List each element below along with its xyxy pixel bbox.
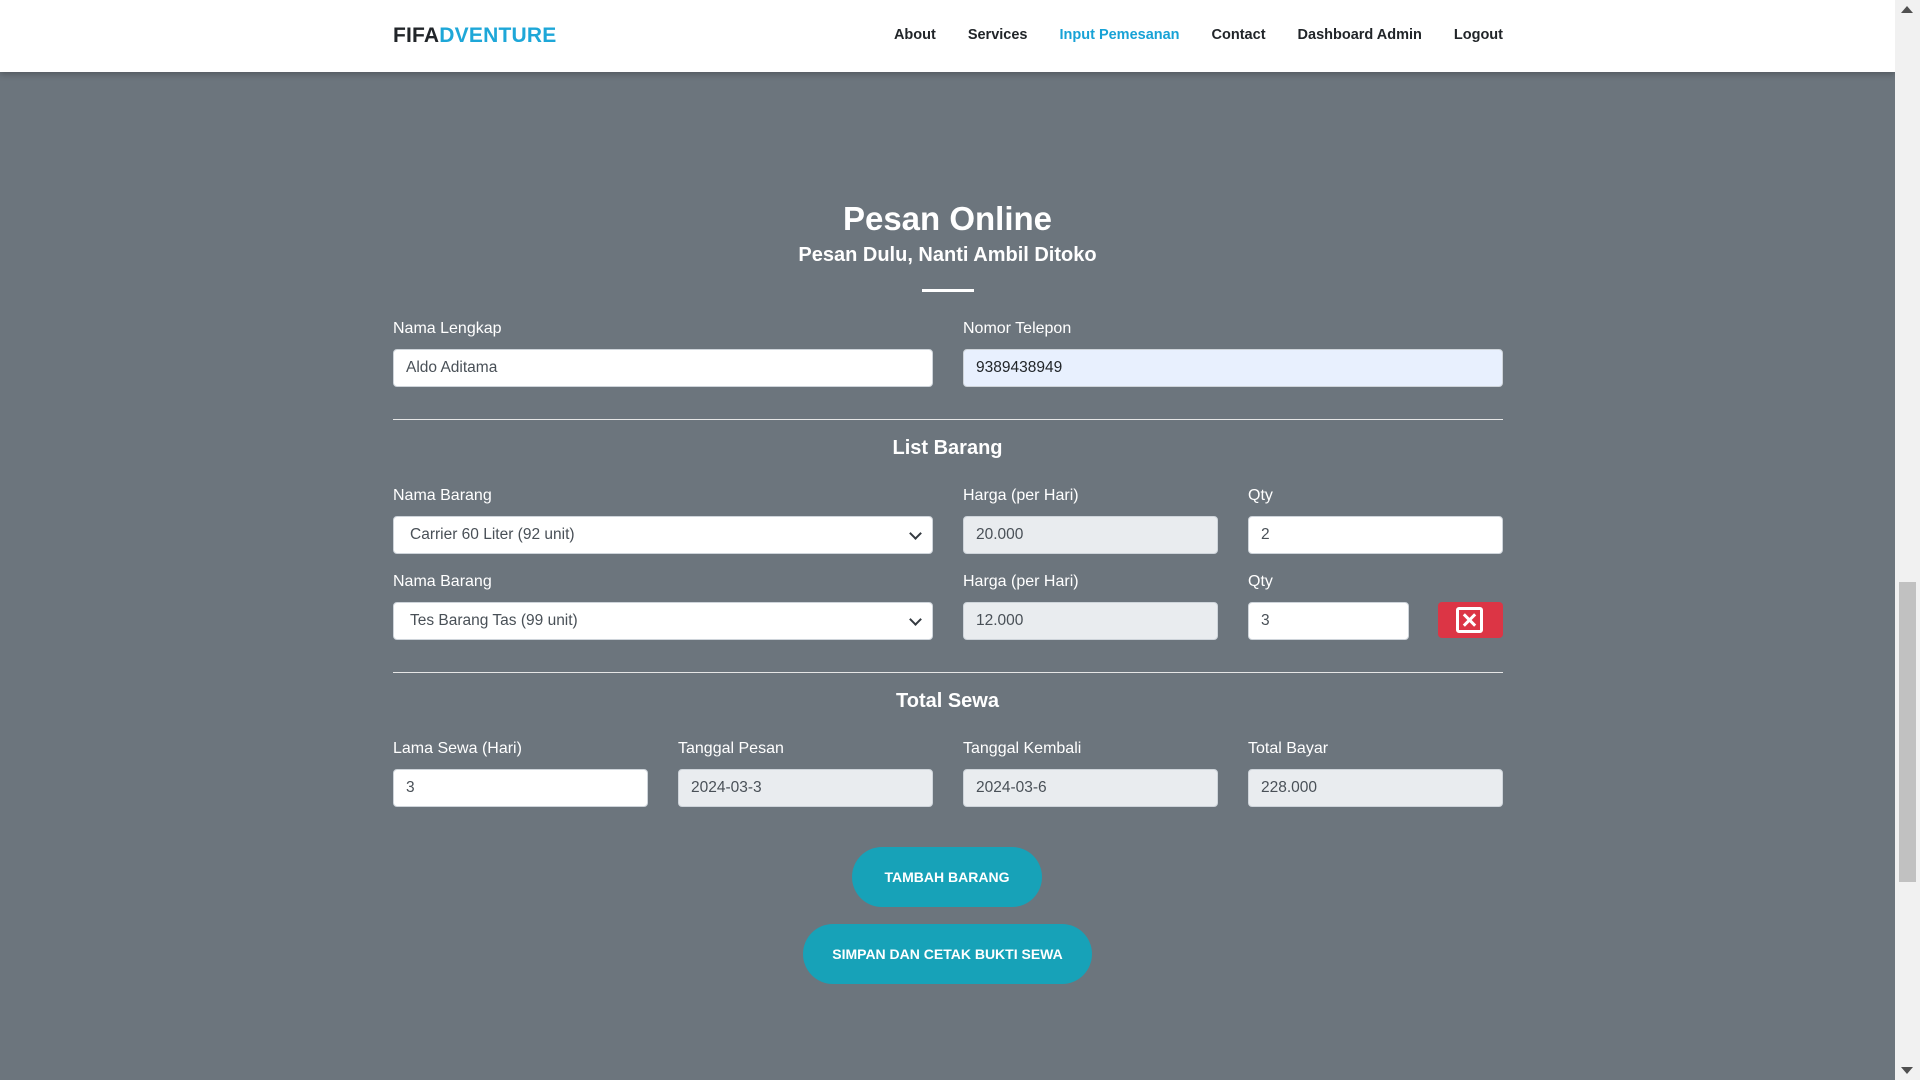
scrollbar-thumb[interactable] [1899, 582, 1916, 882]
qty-input[interactable]: 2 [1248, 516, 1503, 554]
nav-dashboard-admin[interactable]: Dashboard Admin [1298, 27, 1422, 43]
qty-label: Qty [1248, 573, 1273, 590]
item-select[interactable]: Tes Barang Tas (99 unit) [393, 602, 933, 640]
title-divider [922, 289, 974, 292]
nav-links: About Services Input Pemesanan Contact D… [862, 27, 1503, 43]
brand-part2: DVENTURE [439, 24, 557, 47]
duration-input[interactable]: 3 [393, 769, 648, 807]
nav-logout[interactable]: Logout [1454, 27, 1503, 43]
page-subtitle: Pesan Dulu, Nanti Ambil Ditoko [798, 244, 1097, 266]
price-label: Harga (per Hari) [963, 487, 1079, 504]
add-item-button[interactable]: TAMBAH BARANG [852, 847, 1042, 907]
save-print-button[interactable]: SIMPAN DAN CETAK BUKTI SEWA [803, 924, 1092, 984]
name-input[interactable]: Aldo Aditama [393, 349, 933, 387]
navbar: FIFADVENTURE About Services Input Pemesa… [0, 0, 1895, 72]
chevron-down-icon [909, 527, 922, 540]
price-input: 20.000 [963, 516, 1218, 554]
qty-input[interactable]: 3 [1248, 602, 1409, 640]
item-select-value: Carrier 60 Liter (92 unit) [410, 526, 575, 543]
chevron-down-icon [909, 613, 922, 626]
scroll-up-arrow-icon[interactable] [1901, 6, 1913, 13]
nav-about[interactable]: About [894, 27, 936, 43]
price-input: 12.000 [963, 602, 1218, 640]
return-date-input: 2024-03-6 [963, 769, 1218, 807]
page-scrollbar[interactable] [1895, 0, 1920, 1080]
phone-label: Nomor Telepon [963, 320, 1072, 337]
nav-contact[interactable]: Contact [1212, 27, 1266, 43]
item-select[interactable]: Carrier 60 Liter (92 unit) [393, 516, 933, 554]
scroll-down-arrow-icon[interactable] [1901, 1067, 1913, 1074]
brand-logo[interactable]: FIFADVENTURE [393, 24, 556, 48]
price-label: Harga (per Hari) [963, 573, 1079, 590]
item-name-label: Nama Barang [393, 573, 492, 590]
items-section-title: List Barang [892, 437, 1003, 459]
order-date-label: Tanggal Pesan [678, 740, 784, 757]
qty-label: Qty [1248, 487, 1273, 504]
return-date-label: Tanggal Kembali [963, 740, 1082, 757]
total-section-title: Total Sewa [896, 690, 999, 712]
order-date-input: 2024-03-3 [678, 769, 933, 807]
nav-input-pemesanan[interactable]: Input Pemesanan [1059, 27, 1179, 43]
divider [393, 672, 1503, 673]
nav-services[interactable]: Services [968, 27, 1028, 43]
duration-label: Lama Sewa (Hari) [393, 740, 522, 757]
item-name-label: Nama Barang [393, 487, 492, 504]
total-input: 228.000 [1248, 769, 1503, 807]
name-label: Nama Lengkap [393, 320, 502, 337]
total-label: Total Bayar [1248, 740, 1329, 757]
phone-input[interactable]: 9389438949 [963, 349, 1503, 387]
page-title: Pesan Online [842, 200, 1053, 237]
remove-item-button[interactable] [1438, 602, 1503, 638]
item-select-value: Tes Barang Tas (99 unit) [410, 612, 578, 629]
close-icon [1456, 607, 1483, 633]
divider [393, 419, 1503, 420]
brand-part1: FIFA [393, 24, 440, 47]
